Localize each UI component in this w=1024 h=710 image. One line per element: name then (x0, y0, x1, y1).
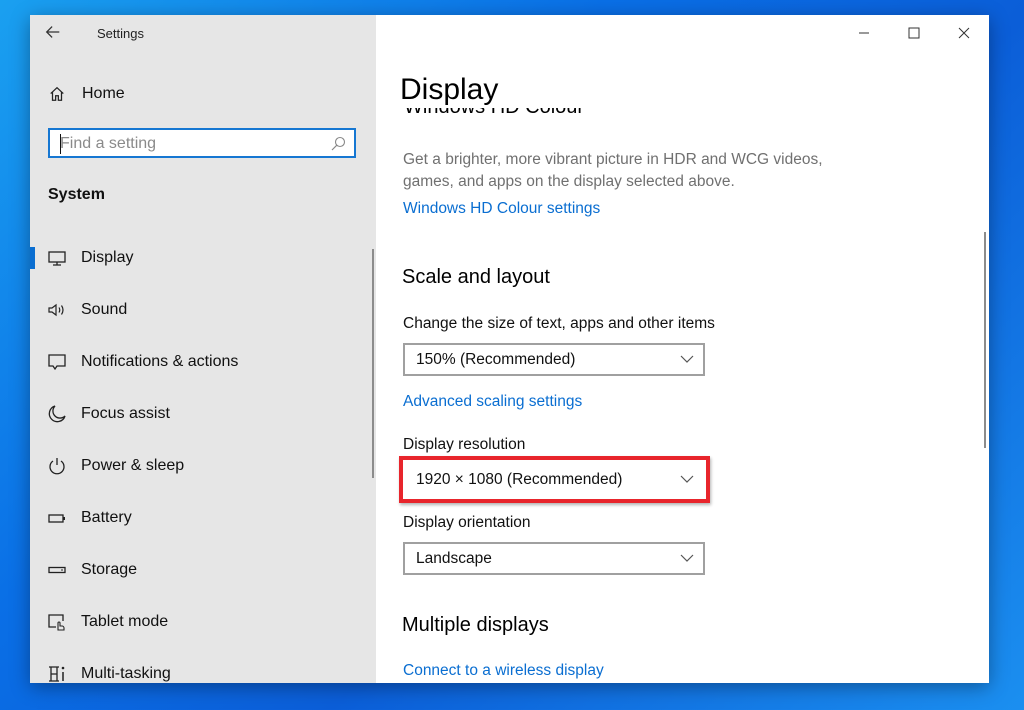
page-title: Display (400, 73, 499, 106)
tablet-mode-icon (48, 614, 65, 631)
monitor-icon (48, 251, 66, 266)
sidebar-item-display[interactable]: Display (30, 232, 376, 284)
sidebar-item-storage[interactable]: Storage (30, 544, 376, 596)
back-arrow-icon (45, 26, 60, 38)
sidebar-scrollbar[interactable] (372, 249, 374, 478)
clipped-heading: Windows HD Colour (400, 108, 660, 124)
sidebar-item-label: Power & sleep (81, 457, 185, 474)
window-controls (839, 15, 989, 51)
close-icon (958, 27, 970, 39)
scale-value: 150% (Recommended) (416, 351, 576, 368)
sidebar-item-multitasking[interactable]: Multi-tasking (30, 648, 376, 683)
orientation-dropdown[interactable]: Landscape (403, 542, 705, 575)
sidebar-item-tablet-mode[interactable]: Tablet mode (30, 596, 376, 648)
maximize-button[interactable] (889, 15, 939, 51)
scale-layout-heading: Scale and layout (402, 266, 550, 288)
windows-hd-colour-link[interactable]: Windows HD Colour settings (403, 200, 600, 218)
advanced-scaling-link[interactable]: Advanced scaling settings (403, 393, 582, 411)
back-button[interactable] (44, 23, 66, 43)
sidebar-item-label: Battery (81, 509, 132, 526)
settings-window: Settings Home System Display Sound (30, 15, 989, 683)
storage-icon (48, 566, 66, 574)
sidebar-item-notifications[interactable]: Notifications & actions (30, 336, 376, 388)
wireless-display-link[interactable]: Connect to a wireless display (403, 662, 604, 680)
hd-colour-heading: Windows HD Colour (404, 108, 584, 119)
text-caret (60, 134, 61, 154)
sidebar-nav: Display Sound Notifications & actions Fo… (30, 232, 376, 683)
search-input[interactable] (60, 133, 320, 155)
multitasking-icon (49, 666, 65, 682)
resolution-label: Display resolution (403, 436, 526, 453)
sidebar-item-label: Sound (81, 301, 128, 318)
sidebar-item-label: Display (81, 249, 134, 266)
sidebar-item-focus-assist[interactable]: Focus assist (30, 388, 376, 440)
active-indicator (30, 247, 35, 269)
home-label: Home (82, 85, 125, 102)
sidebar-item-label: Multi-tasking (81, 665, 171, 682)
search-box[interactable] (48, 128, 356, 158)
app-title: Settings (97, 26, 144, 41)
sidebar-item-label: Storage (81, 561, 138, 578)
sidebar-item-battery[interactable]: Battery (30, 492, 376, 544)
sidebar-item-label: Notifications & actions (81, 353, 239, 370)
resolution-dropdown[interactable]: 1920 × 1080 (Recommended) (403, 463, 705, 496)
sidebar-item-sound[interactable]: Sound (30, 284, 376, 336)
scale-label: Change the size of text, apps and other … (403, 315, 715, 332)
minimize-button[interactable] (839, 15, 889, 51)
orientation-value: Landscape (416, 550, 492, 567)
speaker-icon (48, 303, 64, 317)
title-bar: Settings (30, 15, 376, 51)
battery-icon (48, 514, 65, 523)
content-pane: Display Windows HD Colour Get a brighter… (376, 15, 989, 683)
orientation-label: Display orientation (403, 514, 531, 531)
resolution-value: 1920 × 1080 (Recommended) (416, 471, 623, 488)
notification-icon (48, 354, 66, 371)
scale-dropdown[interactable]: 150% (Recommended) (403, 343, 705, 376)
sidebar-item-label: Focus assist (81, 405, 170, 422)
hdr-description: Get a brighter, more vibrant picture in … (403, 151, 823, 190)
close-button[interactable] (939, 15, 989, 51)
moon-icon (48, 405, 66, 423)
sidebar-item-power-sleep[interactable]: Power & sleep (30, 440, 376, 492)
chevron-down-icon (680, 475, 694, 483)
chevron-down-icon (680, 355, 694, 363)
power-icon (49, 458, 65, 475)
sidebar: Settings Home System Display Sound (30, 15, 376, 683)
home-nav[interactable]: Home (48, 81, 125, 107)
home-icon (50, 86, 64, 101)
section-title: System (48, 186, 105, 203)
search-icon[interactable] (330, 136, 346, 152)
multiple-displays-heading: Multiple displays (402, 614, 549, 636)
maximize-icon (908, 27, 920, 39)
chevron-down-icon (680, 554, 694, 562)
sidebar-item-label: Tablet mode (81, 613, 169, 630)
content-scrollbar[interactable] (984, 232, 986, 448)
minimize-icon (859, 32, 869, 34)
